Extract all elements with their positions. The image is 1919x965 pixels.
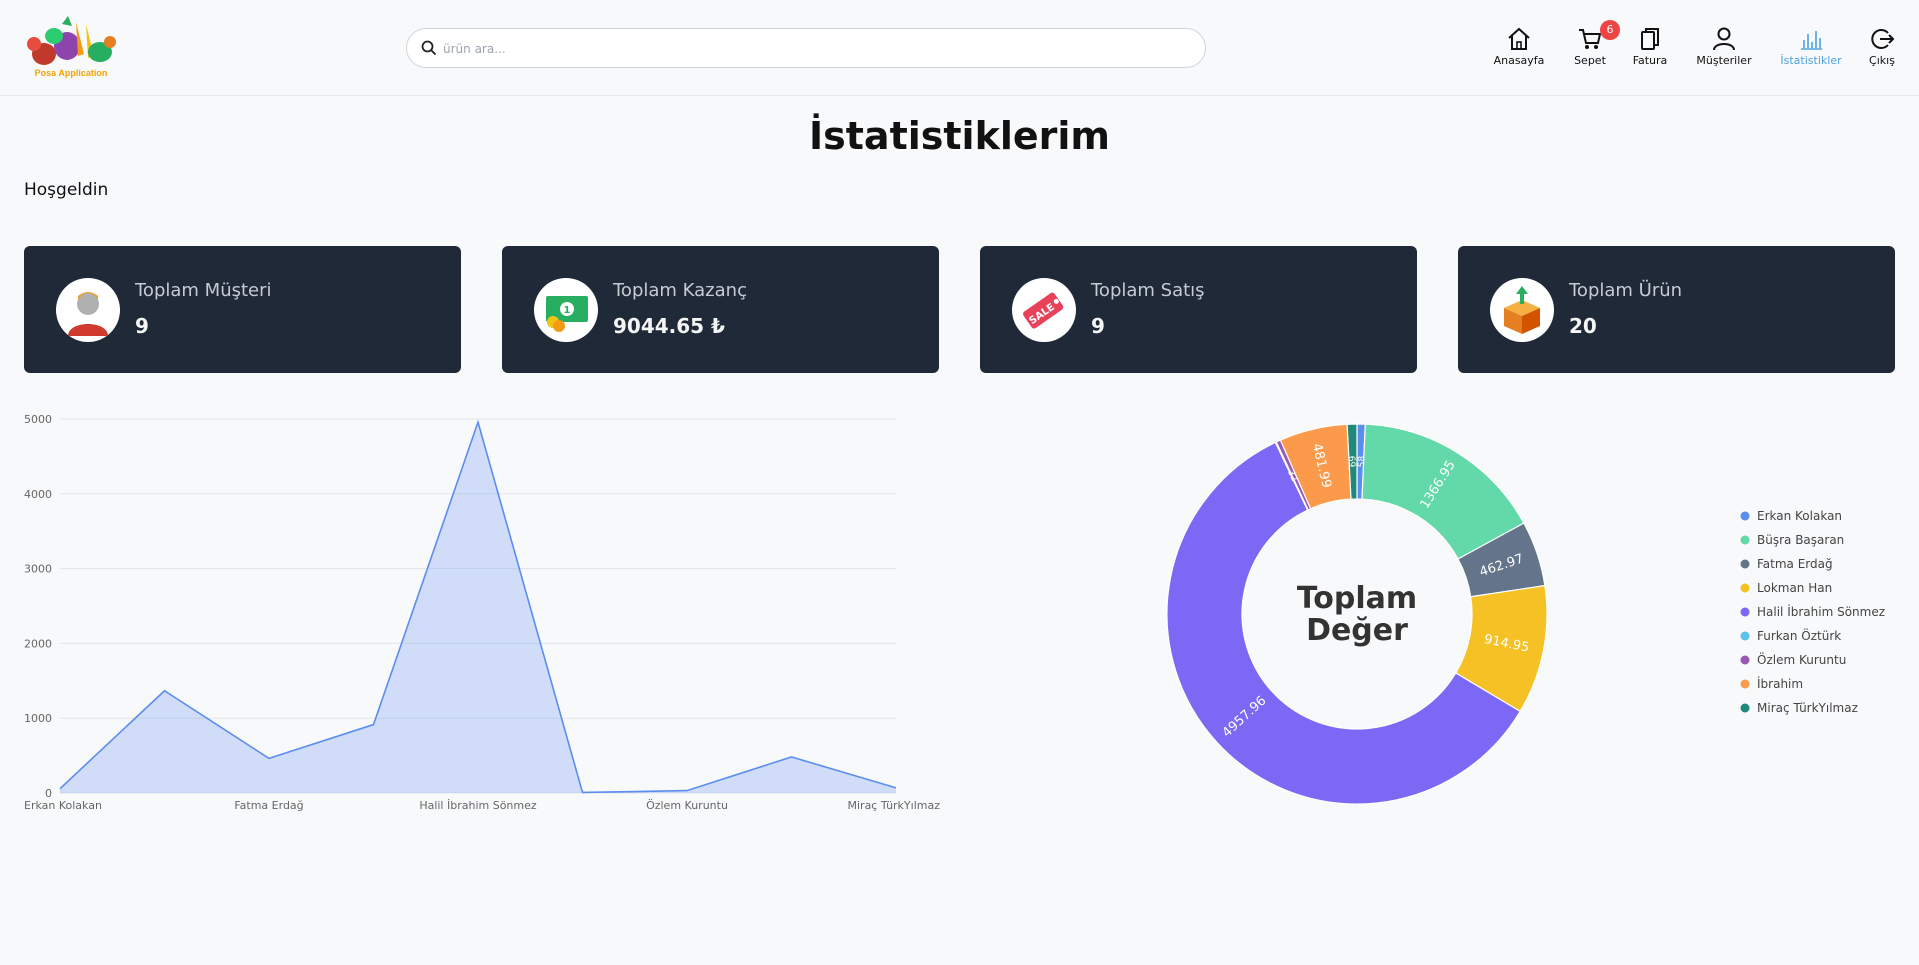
svg-text:1: 1 <box>564 305 571 316</box>
legend-marker <box>1740 655 1750 665</box>
y-tick-label: 5000 <box>24 413 52 426</box>
logo-text: Posa Application <box>34 68 108 78</box>
legend-marker <box>1740 583 1750 593</box>
y-tick-label: 2000 <box>24 637 52 650</box>
x-tick-label: Erkan Kolakan <box>24 799 102 812</box>
stat-card-title: Toplam Ürün <box>1569 280 1683 301</box>
nav-logout-label: Çıkış <box>1869 54 1895 67</box>
legend-marker <box>1740 559 1750 569</box>
nav-stats-label: İstatistikler <box>1780 54 1842 67</box>
nav-logout[interactable]: Çıkış <box>1866 26 1898 76</box>
nav-home-label: Anasayfa <box>1493 54 1545 67</box>
x-tick-label: Miraç TürkYılmaz <box>848 799 941 812</box>
search-icon <box>421 40 437 56</box>
area-fill <box>60 422 896 793</box>
app-logo[interactable]: Posa Application <box>22 14 120 80</box>
legend-marker <box>1740 511 1750 521</box>
box-icon <box>1490 278 1554 342</box>
cart-badge: 6 <box>1600 20 1620 40</box>
nav-customers[interactable]: Müşteriler <box>1692 26 1756 76</box>
welcome-text: Hoşgeldin <box>24 180 109 200</box>
nav-cart-label: Sepet <box>1574 54 1606 67</box>
legend-label: Büşra Başaran <box>1757 533 1844 547</box>
y-tick-label: 4000 <box>24 488 52 501</box>
nav-cart[interactable]: 6 Sepet <box>1572 20 1620 76</box>
stat-card-title: Toplam Satış <box>1091 280 1205 301</box>
stat-card-value: 9 <box>135 314 149 338</box>
stat-card-customers: Toplam Müşteri 9 <box>24 246 461 373</box>
legend-label: Halil İbrahim Sönmez <box>1757 604 1885 619</box>
vegetables-logo-icon <box>27 16 116 65</box>
stat-card-products: Toplam Ürün 20 <box>1458 246 1895 373</box>
money-icon: 1 <box>534 278 598 342</box>
legend-marker <box>1740 535 1750 545</box>
donut-center-label: Değer <box>1306 613 1408 648</box>
customer-sales-area-chart: 010002000300040005000Erkan Kolakan Fatma … <box>24 413 941 812</box>
legend-label: Erkan Kolakan <box>1757 509 1842 523</box>
home-icon <box>1508 27 1530 50</box>
stat-card-value: 9044.65 ₺ <box>613 314 725 338</box>
stat-card-value: 20 <box>1569 314 1597 338</box>
nav-home[interactable]: Anasayfa <box>1490 26 1548 76</box>
search-input[interactable] <box>443 37 1183 61</box>
legend-marker <box>1740 703 1750 713</box>
top-header: Posa Application Anasayfa 6 Sepet Fatura <box>0 0 1919 96</box>
legend-label: Furkan Öztürk <box>1757 627 1841 643</box>
x-tick-label: Halil İbrahim Sönmez <box>419 799 537 812</box>
sale-tag-icon: SALE <box>1012 278 1076 342</box>
invoice-icon <box>1641 28 1659 50</box>
search-bar <box>406 28 1206 68</box>
bar-chart-icon <box>1801 31 1822 50</box>
legend-label: Miraç TürkYılmaz <box>1757 701 1858 715</box>
y-tick-label: 1000 <box>24 712 52 725</box>
user-icon <box>1713 27 1735 51</box>
page-title: İstatistiklerim <box>809 114 1110 158</box>
nav-invoice-label: Fatura <box>1632 54 1668 67</box>
legend-label: İbrahim <box>1757 676 1803 691</box>
legend-label: Lokman Han <box>1757 581 1832 595</box>
legend-label: Fatma Erdağ <box>1757 557 1833 571</box>
x-tick-label: Fatma Erdağ <box>234 799 303 812</box>
y-tick-label: 3000 <box>24 563 52 576</box>
donut-center-label: Toplam <box>1297 581 1417 616</box>
customer-avatar-icon <box>56 278 120 342</box>
stat-card-earnings: 1 Toplam Kazanç 9044.65 ₺ <box>502 246 939 373</box>
stat-card-value: 9 <box>1091 314 1105 338</box>
x-tick-label: Özlem Kuruntu <box>646 799 728 812</box>
legend-marker <box>1740 631 1750 641</box>
slice-label: 69 <box>1346 456 1356 468</box>
nav-stats[interactable]: İstatistikler <box>1778 26 1844 76</box>
stat-card-title: Toplam Kazanç <box>613 280 747 301</box>
logout-icon <box>1871 29 1895 49</box>
stat-card-title: Toplam Müşteri <box>135 280 272 301</box>
legend-marker <box>1740 607 1750 617</box>
legend-label: Özlem Kuruntu <box>1757 651 1846 667</box>
stat-card-sales: SALE Toplam Satış 9 <box>980 246 1417 373</box>
customer-sales-donut-chart: 58 1366.95462.97914.954957.9632 481.99 69To… <box>1166 423 1885 805</box>
nav-invoice[interactable]: Fatura <box>1630 26 1670 76</box>
legend-marker <box>1740 679 1750 689</box>
nav-customers-label: Müşteriler <box>1696 54 1752 67</box>
